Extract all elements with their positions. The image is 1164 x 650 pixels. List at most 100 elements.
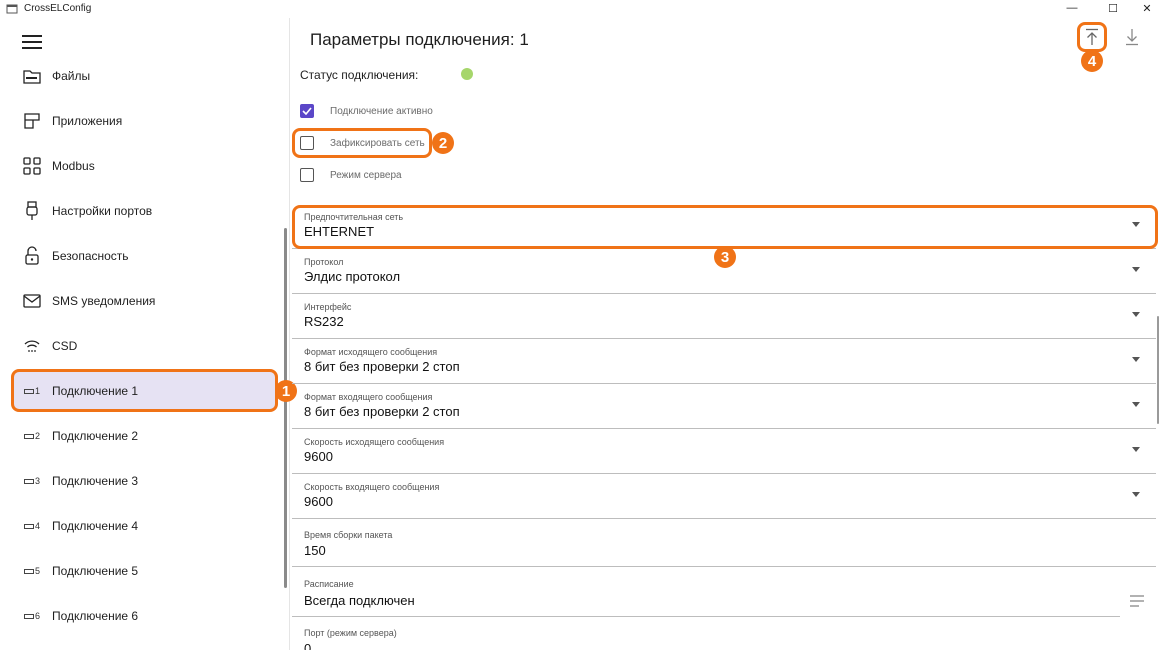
checkbox-box[interactable] — [300, 104, 314, 118]
title-bar: CrossELConfig — ☐ ✕ — [0, 0, 1164, 18]
sidebar-item-connection-4[interactable]: 4 Подключение 4 — [12, 506, 276, 546]
annotation-box-4 — [1077, 22, 1107, 52]
field-packet-assembly-time[interactable]: Время сборки пакета 150 — [292, 520, 1156, 567]
minimize-button[interactable]: — — [1055, 0, 1089, 16]
sidebar-item-label: Modbus — [52, 159, 95, 173]
list-icon — [1130, 595, 1144, 607]
field-interface[interactable]: Интерфейс RS232 — [292, 294, 1156, 339]
field-label: Время сборки пакета — [304, 530, 393, 540]
connection-icon: 3 — [22, 471, 42, 491]
dropdown-arrow-icon[interactable] — [1132, 447, 1140, 452]
connection-status-label: Статус подключения: — [300, 68, 419, 82]
sidebar-item-csd[interactable]: CSD — [12, 326, 276, 366]
field-value: 8 бит без проверки 2 стоп — [304, 359, 460, 374]
field-value: 9600 — [304, 494, 333, 509]
annotation-marker-4: 4 — [1081, 50, 1103, 72]
field-label: Скорость исходящего сообщения — [304, 437, 445, 447]
field-value: 8 бит без проверки 2 стоп — [304, 404, 460, 419]
dropdown-arrow-icon[interactable] — [1132, 357, 1140, 362]
field-label: Скорость входящего сообщения — [304, 482, 440, 492]
sidebar-item-port-settings[interactable]: Настройки портов — [12, 191, 276, 231]
checkbox-label: Режим сервера — [330, 169, 402, 181]
field-schedule[interactable]: Расписание Всегда подключен — [292, 569, 1120, 617]
field-value: 0 — [304, 641, 312, 650]
checkbox-label: Подключение активно — [330, 105, 433, 117]
sidebar-item-label: Файлы — [52, 69, 91, 83]
connection-icon: 4 — [22, 516, 42, 536]
dropdown-arrow-icon[interactable] — [1132, 267, 1140, 272]
sidebar-item-sms[interactable]: SMS уведомления — [12, 281, 276, 321]
sidebar-item-connection-3[interactable]: 3 Подключение 3 — [12, 461, 276, 501]
field-label: Порт (режим сервера) — [304, 628, 397, 638]
field-label: Формат входящего сообщения — [304, 392, 433, 402]
sidebar-scrollbar[interactable] — [284, 228, 287, 588]
connection-icon: 6 — [22, 606, 42, 626]
signal-icon — [22, 336, 42, 356]
maximize-button[interactable]: ☐ — [1096, 0, 1130, 16]
checkbox-box[interactable] — [300, 168, 314, 182]
field-value: Всегда подключен — [304, 593, 415, 608]
annotation-box-1 — [11, 369, 278, 412]
field-label: Интерфейс — [304, 302, 352, 312]
connection-icon: 5 — [22, 561, 42, 581]
dropdown-arrow-icon[interactable] — [1132, 402, 1140, 407]
annotation-marker-2: 2 — [432, 132, 454, 154]
sidebar-item-label: Подключение 5 — [52, 564, 139, 578]
maximize-icon: ☐ — [1108, 2, 1118, 15]
sidebar-item-files[interactable]: Файлы — [12, 56, 276, 96]
field-value: RS232 — [304, 314, 344, 329]
download-icon — [1126, 29, 1138, 46]
connection-icon: 2 — [22, 426, 42, 446]
sidebar-item-modbus[interactable]: Modbus — [12, 146, 276, 186]
page-title: Параметры подключения: 1 — [310, 30, 529, 49]
modbus-icon — [22, 156, 42, 176]
sidebar: Файлы Приложения Modbus Настройки портов… — [0, 18, 290, 650]
folder-icon — [22, 66, 42, 86]
minimize-icon: — — [1066, 2, 1078, 14]
download-button[interactable] — [1121, 26, 1143, 48]
field-label: Протокол — [304, 257, 344, 267]
sidebar-item-label: CSD — [52, 339, 78, 353]
field-label: Расписание — [304, 579, 354, 589]
field-outgoing-speed[interactable]: Скорость исходящего сообщения 9600 — [292, 429, 1156, 474]
checkbox-server-mode[interactable]: Режим сервера — [300, 167, 402, 183]
dropdown-arrow-icon[interactable] — [1132, 312, 1140, 317]
port-icon — [22, 201, 42, 221]
lock-icon — [22, 246, 42, 266]
checkbox-connection-active[interactable]: Подключение активно — [300, 103, 433, 119]
field-value: 150 — [304, 543, 326, 558]
sidebar-item-label: Подключение 3 — [52, 474, 139, 488]
connection-status-indicator — [461, 68, 473, 80]
close-icon: ✕ — [1142, 2, 1152, 15]
apps-icon — [22, 111, 42, 131]
close-button[interactable]: ✕ — [1130, 0, 1164, 16]
schedule-edit-button[interactable] — [1126, 590, 1148, 612]
checkmark-icon — [302, 107, 312, 115]
app-icon — [6, 4, 18, 14]
main-scrollbar[interactable] — [1157, 316, 1159, 424]
sidebar-item-label: Подключение 2 — [52, 429, 139, 443]
field-label: Формат исходящего сообщения — [304, 347, 438, 357]
field-value: 9600 — [304, 449, 333, 464]
sidebar-item-label: Безопасность — [52, 249, 129, 263]
field-value: Элдис протокол — [304, 269, 401, 284]
sidebar-item-connection-5[interactable]: 5 Подключение 5 — [12, 551, 276, 591]
mail-icon — [22, 291, 42, 311]
sidebar-item-connection-2[interactable]: 2 Подключение 2 — [12, 416, 276, 456]
sidebar-item-label: Приложения — [52, 114, 123, 128]
dropdown-arrow-icon[interactable] — [1132, 492, 1140, 497]
sidebar-item-label: Подключение 4 — [52, 519, 139, 533]
sidebar-item-connection-6[interactable]: 6 Подключение 6 — [12, 596, 276, 636]
field-server-port[interactable]: Порт (режим сервера) 0 — [292, 618, 1156, 650]
sidebar-item-apps[interactable]: Приложения — [12, 101, 276, 141]
annotation-box-3 — [292, 205, 1158, 249]
hamburger-menu-icon[interactable] — [22, 34, 44, 50]
field-protocol[interactable]: Протокол Элдис протокол — [292, 249, 1156, 294]
window-title: CrossELConfig — [24, 3, 92, 14]
field-outgoing-format[interactable]: Формат исходящего сообщения 8 бит без пр… — [292, 339, 1156, 384]
field-incoming-format[interactable]: Формат входящего сообщения 8 бит без про… — [292, 384, 1156, 429]
sidebar-item-label: Подключение 6 — [52, 609, 139, 623]
sidebar-item-label: SMS уведомления — [52, 294, 156, 308]
field-incoming-speed[interactable]: Скорость входящего сообщения 9600 — [292, 474, 1156, 519]
sidebar-item-security[interactable]: Безопасность — [12, 236, 276, 276]
